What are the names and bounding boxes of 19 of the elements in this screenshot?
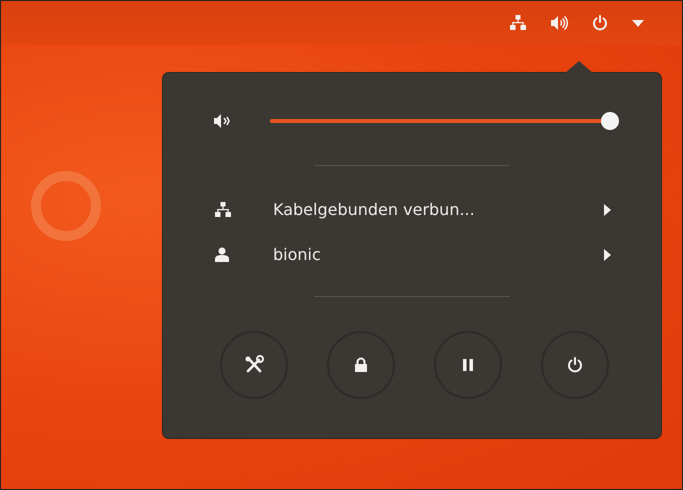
menu-item-label: bionic	[273, 245, 322, 264]
network-icon	[215, 202, 231, 218]
power-icon	[592, 15, 608, 31]
tools-icon	[244, 355, 264, 375]
pause-icon	[463, 359, 473, 371]
power-icon	[567, 357, 583, 373]
lock-icon	[354, 357, 368, 373]
menu-item[interactable]: bionic	[163, 239, 661, 270]
speaker-icon	[550, 15, 568, 31]
user-icon	[215, 246, 229, 262]
submenu-arrow-icon	[604, 248, 611, 260]
menu-item-label: Kabelgebunden verbun...	[273, 200, 476, 219]
network-icon	[510, 15, 526, 31]
ring-decoration	[31, 171, 101, 241]
menu-item[interactable]: Kabelgebunden verbun...	[163, 194, 661, 225]
submenu-arrow-icon	[604, 204, 611, 216]
slider-thumb[interactable]	[601, 112, 619, 130]
caret-icon	[632, 20, 644, 26]
speaker-icon	[213, 113, 231, 129]
